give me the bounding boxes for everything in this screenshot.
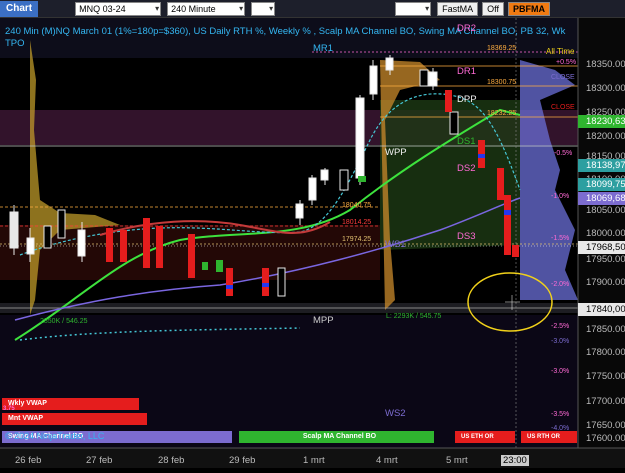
time-current: 23:00 <box>501 455 529 466</box>
price-tag-mpp: 17840,00 <box>578 303 625 316</box>
price-tick: 18000.00 <box>586 228 625 239</box>
price-tick: 18050.00 <box>586 205 625 216</box>
interval-value: 240 Minute <box>171 3 216 14</box>
interval-select[interactable]: 240 Minute ▾ <box>167 1 246 16</box>
pct-label: CLOSE <box>551 104 575 111</box>
time-tick: 26 feb <box>15 455 42 466</box>
price-tick: 17750.00 <box>586 371 625 382</box>
price-tick: 17600.00 <box>586 433 625 444</box>
time-tick: 28 feb <box>158 455 185 466</box>
us-rth-badge[interactable]: US RTH OR <box>521 431 577 443</box>
level-label: 18232.25 <box>487 110 517 117</box>
price-tick: 17900.00 <box>586 277 625 288</box>
pivot-mr1-label: MR1 <box>313 43 334 54</box>
price-tick: 18350.00 <box>586 59 625 70</box>
pivot-mpp-label: MPP <box>313 315 334 326</box>
chevron-down-icon: ▾ <box>239 3 244 13</box>
pct-label: -3.0% <box>551 368 570 375</box>
wkly-vwap-badge[interactable]: Wkly VWAP <box>2 398 139 410</box>
instrument-value: MNQ 03-24 <box>79 3 126 14</box>
time-tick: 27 feb <box>86 455 113 466</box>
time-tick: 5 mrt <box>446 455 468 466</box>
pivot-dr1-label: DR1 <box>457 66 477 77</box>
price-tag-last: 17968,50 <box>578 241 625 254</box>
price-tick: 17850.00 <box>586 324 625 335</box>
price-tick: 18300.00 <box>586 83 625 94</box>
copyright-label: © 2024 NinjaTrader, LLC <box>5 431 105 441</box>
chevron-down-icon: ▾ <box>425 3 430 13</box>
pct-label: -3.0% <box>551 338 570 345</box>
price-tag-swing-ma: 18230,63 <box>578 115 625 128</box>
mnt-vwap-badge[interactable]: Mnt VWAP <box>2 413 147 425</box>
pivot-ds1-label: DS1 <box>457 136 476 147</box>
pct-label: -1.0% <box>551 193 570 200</box>
mini-value-label: 3.75 <box>3 406 15 412</box>
chevron-down-icon: ▾ <box>155 3 160 13</box>
pivot-dpp-label: DPP <box>457 94 477 105</box>
off-button[interactable]: Off <box>482 1 504 16</box>
level-label: 18300.75 <box>487 79 517 86</box>
pct-label: -1.5% <box>551 235 570 242</box>
pivot-ws1-label: WS1 <box>385 239 406 250</box>
pivot-dr2-label: DR2 <box>457 23 477 34</box>
level-label: 18014.25 <box>342 219 372 226</box>
level-label: 18040.75 <box>342 202 372 209</box>
all-time-label: All Time <box>546 47 575 56</box>
lower-shade <box>0 315 578 448</box>
mode-select[interactable]: ▾ <box>251 1 276 16</box>
time-tick: 4 mrt <box>376 455 398 466</box>
pivot-ds2-label: DS2 <box>457 163 476 174</box>
price-tick: 18200.00 <box>586 131 625 142</box>
scalp-channel-badge[interactable]: Scalp MA Channel BO <box>239 431 434 443</box>
price-tag-vwap: 18069,68 <box>578 192 625 205</box>
volume-label: L: 2293K / 545.75 <box>386 313 442 320</box>
price-tag-scalp-lower: 18099,75 <box>578 178 625 191</box>
price-tick: 17950.00 <box>586 254 625 265</box>
level-label: 18369.25 <box>487 45 517 52</box>
pivot-ws2-label: WS2 <box>385 408 406 419</box>
price-tick: 17700.00 <box>586 396 625 407</box>
toolbar: Chart MNQ 03-24 ▾ 240 Minute ▾ ▾ ▾ FastM… <box>0 0 625 18</box>
price-tick: 17650.00 <box>586 420 625 431</box>
chevron-down-icon: ▾ <box>269 3 274 13</box>
instrument-select[interactable]: MNQ 03-24 ▾ <box>75 1 162 16</box>
us-eth-badge[interactable]: US ETH OR <box>455 431 515 443</box>
chart-window: Chart MNQ 03-24 ▾ 240 Minute ▾ ▾ ▾ FastM… <box>0 0 625 468</box>
time-tick: 29 feb <box>229 455 256 466</box>
pct-label: -2.5% <box>551 323 570 330</box>
pct-label: CLOSE <box>551 74 575 81</box>
pct-label: -0.5% <box>554 150 573 157</box>
volume-label: 2850K / 546.25 <box>40 318 88 325</box>
fastma-button[interactable]: FastMA <box>437 1 479 16</box>
pct-label: -3.5% <box>551 411 570 418</box>
level-label: 17974.25 <box>342 236 372 243</box>
chart-tab[interactable]: Chart <box>0 0 39 17</box>
price-tick: 17800.00 <box>586 347 625 358</box>
pbfma-button[interactable]: PBFMA <box>507 1 550 16</box>
pivot-wpp-label: WPP <box>385 147 407 158</box>
price-tag-scalp-upper: 18138,97 <box>578 159 625 172</box>
time-tick: 1 mrt <box>303 455 325 466</box>
pivot-ds3-label: DS3 <box>457 231 476 242</box>
pct-label: -2.0% <box>551 281 570 288</box>
template-select[interactable]: ▾ <box>395 1 432 16</box>
pct-label: +0.5% <box>556 59 577 66</box>
